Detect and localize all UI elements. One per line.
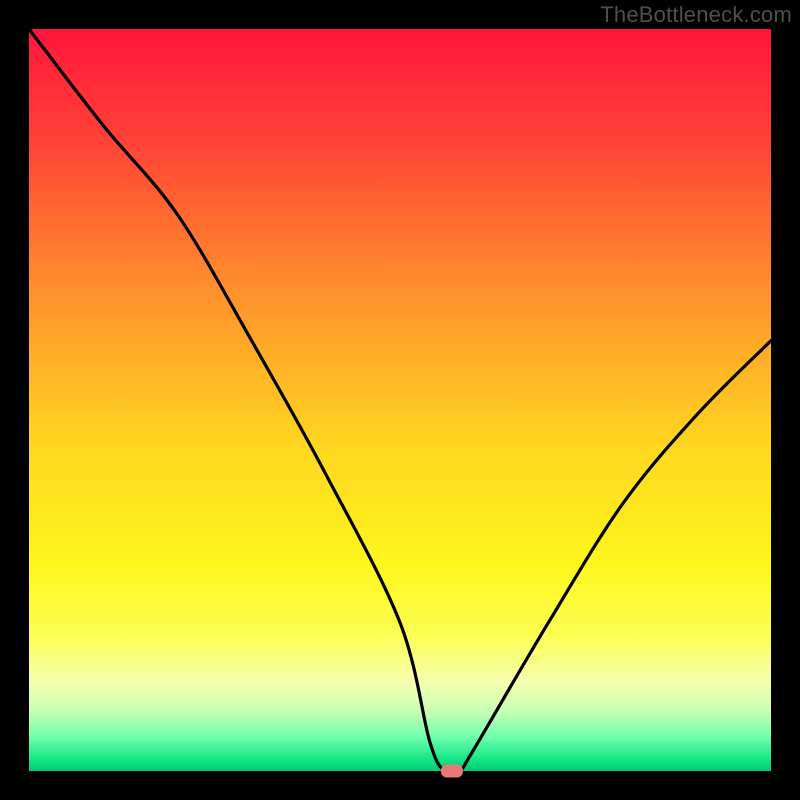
chart-container: TheBottleneck.com bbox=[0, 0, 800, 800]
plot-background bbox=[29, 29, 771, 771]
bottleneck-chart bbox=[0, 0, 800, 800]
watermark-label: TheBottleneck.com bbox=[600, 2, 792, 28]
optimum-marker bbox=[441, 765, 463, 778]
